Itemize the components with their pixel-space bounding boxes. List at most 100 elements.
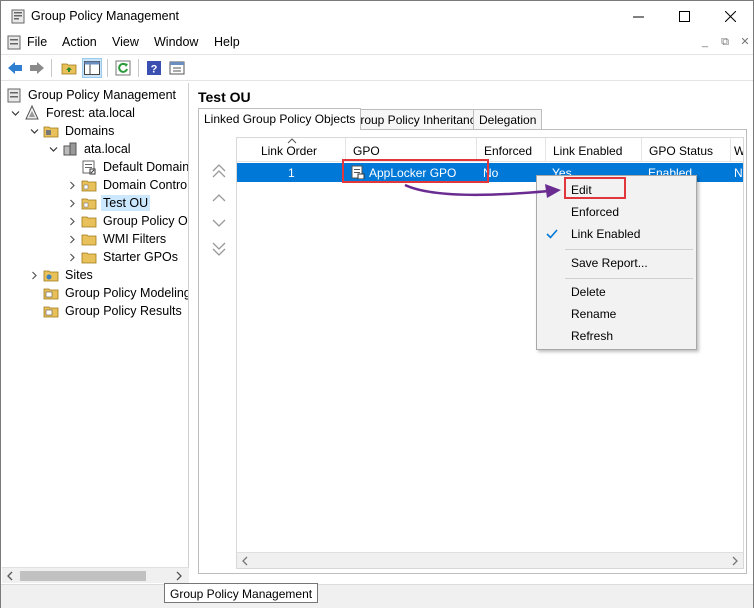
menu-action[interactable]: Action: [62, 35, 97, 49]
scroll-right-icon[interactable]: [175, 571, 183, 581]
domains-folder-icon: [43, 126, 59, 138]
mdi-restore-button[interactable]: ⧉: [717, 35, 733, 49]
tree-item-sites[interactable]: Sites: [28, 266, 95, 284]
scroll-left-icon[interactable]: [241, 556, 249, 566]
ctx-menu-link-enabled-label: Link Enabled: [571, 227, 641, 241]
tree-horizontal-scrollbar[interactable]: [2, 567, 189, 583]
move-down-button[interactable]: [211, 217, 227, 232]
chevron-down-icon[interactable]: [47, 143, 59, 155]
domain-icon: [63, 142, 77, 156]
tree-item-gp-results[interactable]: Group Policy Results: [28, 302, 184, 320]
tree-item-domains[interactable]: Domains: [28, 122, 116, 140]
menu-separator: [565, 249, 693, 250]
move-bottom-button[interactable]: [211, 241, 227, 260]
chevron-right-icon[interactable]: [66, 197, 78, 209]
ou-folder-icon: [81, 180, 97, 192]
gpm-menu-icon[interactable]: [6, 34, 22, 50]
chevron-down-icon[interactable]: [28, 125, 40, 137]
tree-item-forest[interactable]: Forest: ata.local: [9, 104, 137, 122]
status-bar: [1, 584, 753, 608]
refresh-icon: [115, 60, 131, 76]
tree-label: ata.local: [84, 142, 131, 156]
move-down-icon: [212, 219, 226, 227]
forward-button[interactable]: [27, 58, 47, 78]
menu-separator: [565, 278, 693, 279]
tree-label: WMI Filters: [103, 232, 167, 246]
console-tree[interactable]: Group Policy Management Forest: ata.loca…: [2, 83, 189, 583]
close-button[interactable]: [707, 1, 753, 31]
tree-item-default-domain[interactable]: Default Domain: [66, 158, 189, 176]
mdi-minimize-button[interactable]: _: [697, 35, 713, 49]
gpo-folder-icon: [81, 216, 97, 228]
column-link-order[interactable]: Link Order: [237, 138, 346, 162]
scroll-left-icon[interactable]: [6, 571, 14, 581]
forward-arrow-icon: [30, 62, 44, 74]
maximize-button[interactable]: [661, 1, 707, 31]
menu-help[interactable]: Help: [214, 35, 240, 49]
tree-item-test-ou[interactable]: Test OU: [66, 194, 151, 212]
tree-item-group-policy-objects[interactable]: Group Policy Ob: [66, 212, 189, 230]
show-hide-tree-button[interactable]: [82, 58, 102, 78]
refresh-button[interactable]: [113, 58, 133, 78]
gpo-link-icon: [82, 160, 96, 175]
tab-linked-gpos[interactable]: Linked Group Policy Objects: [198, 108, 362, 130]
tree-item-root[interactable]: Group Policy Management: [6, 86, 178, 104]
move-up-button[interactable]: [211, 192, 227, 207]
help-button[interactable]: ?: [144, 58, 164, 78]
title-bar[interactable]: Group Policy Management: [1, 1, 753, 31]
checkmark-icon: [546, 229, 558, 239]
tree-item-starter-gpos[interactable]: Starter GPOs: [66, 248, 180, 266]
tree-label: Group Policy Modeling: [65, 286, 189, 300]
back-button[interactable]: [5, 58, 25, 78]
close-icon: [724, 10, 736, 22]
tree-label: Sites: [65, 268, 93, 282]
tree-item-domain[interactable]: ata.local: [47, 140, 133, 158]
chevron-right-icon[interactable]: [66, 251, 78, 263]
tree-label: Group Policy Ob: [103, 214, 189, 228]
tree-label: Default Domain: [103, 160, 189, 174]
tree-item-wmi-filters[interactable]: WMI Filters: [66, 230, 168, 248]
modeling-icon: [43, 288, 59, 300]
ctx-menu-rename[interactable]: Rename: [537, 303, 696, 325]
gpm-app-icon: [11, 9, 25, 24]
move-top-button[interactable]: [211, 163, 227, 182]
toolbar-separator: [107, 59, 108, 77]
ou-folder-icon: [81, 198, 97, 210]
menu-file[interactable]: File: [27, 35, 47, 49]
column-link-enabled[interactable]: Link Enabled: [547, 138, 642, 162]
mdi-close-button[interactable]: ✕: [737, 35, 753, 49]
chevron-right-icon[interactable]: [28, 269, 40, 281]
chevron-right-icon[interactable]: [66, 233, 78, 245]
up-folder-button[interactable]: [59, 58, 79, 78]
menu-window[interactable]: Window: [154, 35, 198, 49]
ctx-menu-save-report[interactable]: Save Report...: [537, 252, 696, 274]
minimize-button[interactable]: [615, 1, 661, 31]
tab-gp-inheritance[interactable]: Group Policy Inheritance: [345, 109, 489, 130]
show-hide-tree-icon: [84, 61, 100, 75]
list-horizontal-scrollbar[interactable]: [237, 552, 743, 568]
ctx-menu-delete[interactable]: Delete: [537, 281, 696, 303]
properties-button[interactable]: [167, 58, 187, 78]
toolbar: ?: [1, 54, 753, 81]
menu-bar: File Action View Window Help _ ⧉ ✕: [1, 31, 753, 53]
maximize-icon: [678, 10, 690, 22]
gpm-root-icon: [7, 88, 21, 103]
column-gpo-status[interactable]: GPO Status: [643, 138, 731, 162]
annotation-arrow-icon: [404, 183, 561, 198]
tree-item-gp-modeling[interactable]: Group Policy Modeling: [28, 284, 189, 302]
ctx-menu-refresh[interactable]: Refresh: [537, 325, 696, 347]
tab-delegation[interactable]: Delegation: [473, 109, 543, 130]
chevron-right-icon[interactable]: [66, 179, 78, 191]
results-icon: [43, 306, 59, 318]
menu-view[interactable]: View: [112, 35, 139, 49]
scrollbar-thumb[interactable]: [20, 571, 146, 581]
ctx-menu-link-enabled[interactable]: Link Enabled: [537, 223, 696, 245]
chevron-right-icon[interactable]: [66, 215, 78, 227]
tree-label: Test OU: [101, 195, 151, 211]
scroll-right-icon[interactable]: [731, 556, 739, 566]
chevron-down-icon[interactable]: [9, 107, 21, 119]
tree-label: Domain Contro: [103, 178, 188, 192]
column-wmi[interactable]: W: [732, 138, 743, 162]
tree-item-domain-controllers[interactable]: Domain Contro: [66, 176, 188, 194]
